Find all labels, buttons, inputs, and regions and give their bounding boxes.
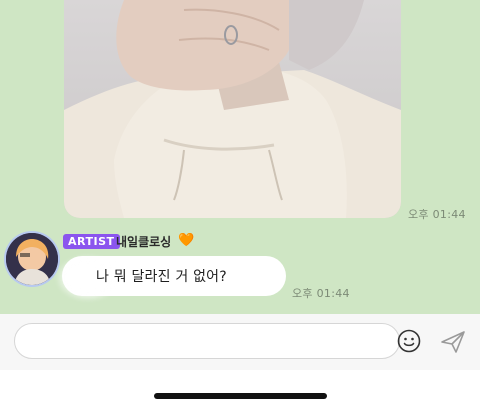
home-indicator: [154, 393, 327, 399]
heart-icon: 🧡: [178, 233, 195, 248]
artist-badge: ARTIST: [63, 234, 120, 249]
chat-area: 오후 01:44 ARTIST 내일클로싱 🧡 나 뭐 달라진 거 없어? 오후…: [0, 0, 480, 314]
artist-avatar[interactable]: [6, 233, 58, 285]
smiley-icon[interactable]: [397, 329, 421, 353]
photo-illustration: [64, 0, 401, 218]
message-timestamp: 오후 01:44: [292, 287, 350, 300]
avatar-image: [6, 233, 58, 285]
sender-name: 내일클로싱: [116, 235, 172, 249]
message-text: 나 뭐 달라진 거 없어?: [96, 269, 227, 285]
shared-photo[interactable]: [64, 0, 401, 218]
message-input[interactable]: [14, 323, 400, 359]
send-icon[interactable]: [440, 330, 466, 354]
photo-timestamp: 오후 01:44: [408, 208, 466, 221]
